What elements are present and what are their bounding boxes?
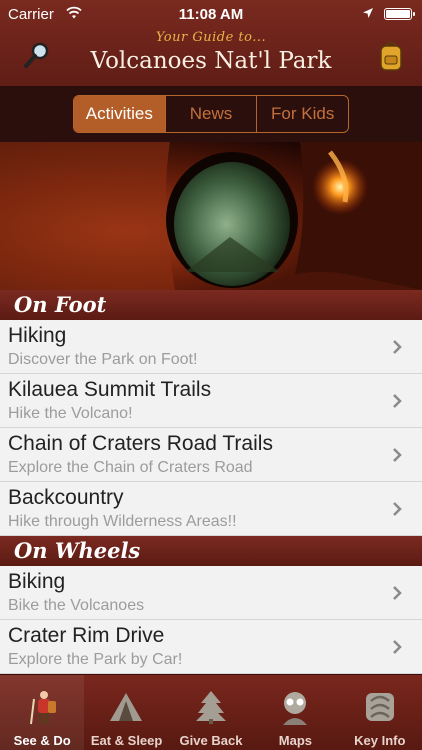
app-header: Carrier 11:08 AM Your Guide to... Volcan…: [0, 0, 422, 86]
tab-give-back[interactable]: Give Back: [169, 675, 253, 750]
list-item-kilauea-summit-trails[interactable]: Kilauea Summit Trails Hike the Volcano!: [0, 374, 422, 428]
list-item-backcountry[interactable]: Backcountry Hike through Wilderness Area…: [0, 482, 422, 536]
chevron-right-icon: [393, 340, 402, 354]
chevron-right-icon: [393, 640, 402, 654]
row-subtitle: Hike the Volcano!: [8, 405, 133, 422]
row-title: Kilauea Summit Trails: [8, 378, 212, 401]
tent-icon: [110, 693, 143, 721]
tab-bar: See & Do Eat & Sleep Give Back Maps Key …: [0, 674, 422, 750]
tree-icon: [195, 691, 226, 724]
tab-label: Give Back: [179, 733, 243, 748]
lava-tube-hero-image: [0, 142, 422, 290]
row-subtitle: Hike through Wilderness Areas!!: [8, 513, 237, 530]
segment-news[interactable]: News: [166, 96, 258, 132]
tab-key-info[interactable]: Key Info: [338, 675, 422, 750]
row-title: Crater Rim Drive: [8, 624, 165, 647]
row-subtitle: Discover the Park on Foot!: [8, 351, 198, 368]
row-title: Chain of Craters Road Trails: [8, 432, 273, 455]
map-guide-icon: [283, 692, 308, 725]
row-title: Hiking: [8, 324, 67, 347]
info-icon: [365, 693, 394, 721]
backpack-icon[interactable]: [376, 38, 406, 72]
chevron-right-icon: [393, 448, 402, 462]
segment-for-kids[interactable]: For Kids: [257, 96, 348, 132]
section-on-wheels: On Wheels: [0, 536, 422, 566]
tab-label: See & Do: [13, 733, 71, 748]
chevron-right-icon: [393, 502, 402, 516]
chevron-right-icon: [393, 394, 402, 408]
header-tagline: Your Guide to...: [155, 30, 267, 45]
lava-tube-illustration: [0, 142, 422, 290]
segment-activities[interactable]: Activities: [74, 96, 166, 132]
list-item-chain-of-craters[interactable]: Chain of Craters Road Trails Explore the…: [0, 428, 422, 482]
status-time: 11:08 AM: [178, 6, 244, 23]
row-subtitle: Bike the Volcanoes: [8, 597, 145, 614]
location-arrow-icon: [363, 8, 373, 18]
row-subtitle: Explore the Chain of Craters Road: [8, 459, 253, 476]
battery-icon: [384, 8, 415, 20]
row-subtitle: Explore the Park by Car!: [8, 651, 183, 668]
segmented-control: Activities News For Kids: [73, 95, 349, 133]
list-item-biking[interactable]: Biking Bike the Volcanoes: [0, 566, 422, 620]
tab-eat-and-sleep[interactable]: Eat & Sleep: [84, 675, 168, 750]
tab-label: Key Info: [354, 733, 406, 748]
status-bar: Carrier 11:08 AM: [0, 0, 422, 30]
row-title: Biking: [8, 570, 66, 593]
row-title: Backcountry: [8, 486, 124, 509]
hiker-icon: [30, 691, 56, 725]
page-title: Volcanoes Nat'l Park: [90, 48, 332, 74]
list-item-hiking[interactable]: Hiking Discover the Park on Foot!: [0, 320, 422, 374]
app-screen: Carrier 11:08 AM Your Guide to... Volcan…: [0, 0, 422, 750]
tab-label: Eat & Sleep: [90, 733, 163, 748]
section-on-foot: On Foot: [0, 290, 422, 320]
chevron-right-icon: [393, 586, 402, 600]
list-item-crater-rim-drive[interactable]: Crater Rim Drive Explore the Park by Car…: [0, 620, 422, 674]
tab-label: Maps: [278, 733, 312, 748]
segment-bar: Activities News For Kids: [0, 86, 422, 142]
tab-see-and-do[interactable]: See & Do: [0, 675, 85, 750]
tab-maps[interactable]: Maps: [253, 675, 337, 750]
